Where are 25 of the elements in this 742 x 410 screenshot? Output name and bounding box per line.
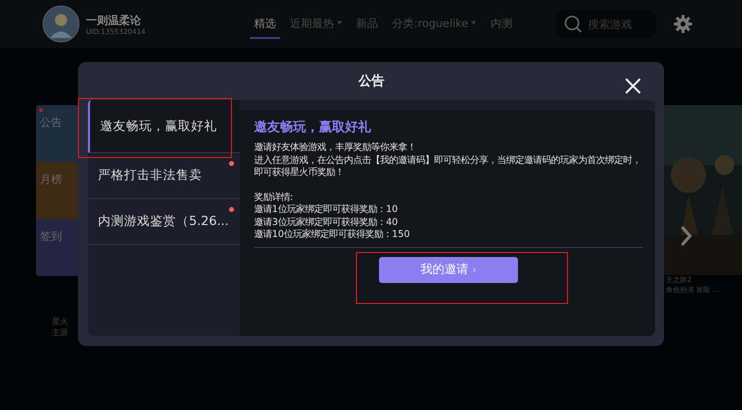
chevron-right-icon[interactable] [680,225,692,247]
article-text: 奖励详情: [254,192,294,204]
article-title: 邀友畅玩，赢取好礼 [254,118,372,136]
article-text: 邀请1位玩家绑定即可获得奖励：10 [254,204,399,216]
article-text: 邀请10位玩家绑定即可获得奖励：150 [254,229,411,242]
side-tile[interactable]: 公告 [36,105,80,162]
side-tile[interactable]: 月榜 [36,162,80,219]
side-tile[interactable]: 签到 [36,219,80,276]
settings-icon[interactable] [674,15,692,33]
nav-tab[interactable]: 内测 [486,10,516,38]
invite-button[interactable]: 我的邀请 › [379,256,518,282]
close-icon[interactable] [625,78,641,94]
category-label: 主源 [52,327,68,338]
nav-tab[interactable]: 近期最热 [286,10,346,38]
article-text: 邀请3位玩家绑定即可获得奖励：40 [254,216,399,229]
nav-tab[interactable]: 新品 [352,10,382,38]
article-text: 邀请好友体验游戏，丰厚奖励等你来拿！ [254,142,417,154]
avatar[interactable] [42,5,80,43]
nav-tab[interactable]: 分类:roguelike [388,10,480,38]
category-label: 星火 [52,316,68,327]
user-name: 一则温柔论 [86,12,142,28]
dialog-title: 公告 [358,72,384,90]
nav-tab[interactable]: 精选 [250,10,280,38]
announcement-item[interactable]: 邀友畅玩，赢取好礼 [88,100,240,153]
article-text: 进入任意游戏，在公告内点击【我的邀请码】即可轻松分享，当绑定邀请码的玩家为首次绑定时，即可获得星火币奖励！ [254,154,642,180]
